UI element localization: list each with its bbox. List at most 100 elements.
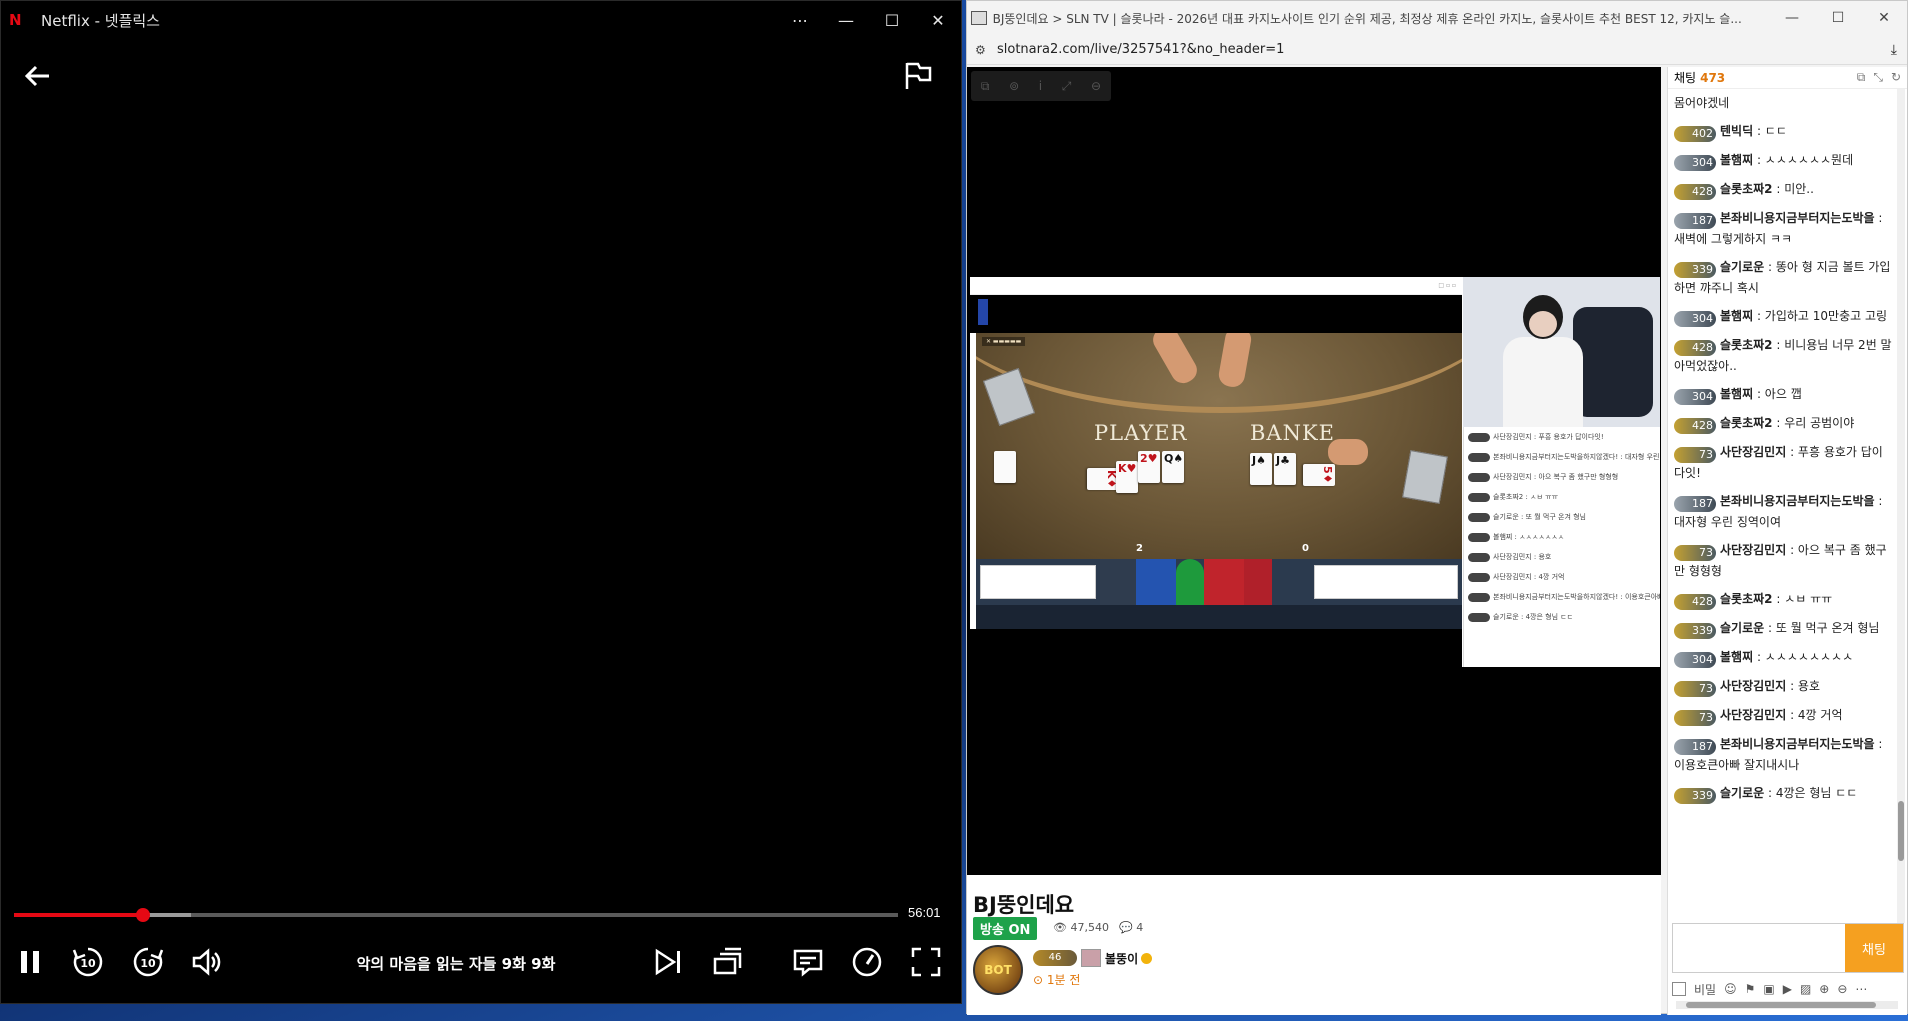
- chat-message: 187 본좌비니용지금부터지는도박을 : 대자형 우린 징역이여: [1668, 487, 1896, 536]
- episode-title: 악의 마음을 읽는 자들 9화 9화: [356, 955, 556, 973]
- image-icon[interactable]: ▨: [1800, 982, 1811, 996]
- chat-horizontal-scrollbar[interactable]: [1676, 1001, 1898, 1009]
- volume-icon[interactable]: [185, 941, 227, 983]
- bead-road: [980, 565, 1096, 599]
- chat-nickname[interactable]: 볼햄찌: [1720, 650, 1753, 664]
- minus-icon[interactable]: ⊖: [1091, 79, 1101, 93]
- streamer-nick-line[interactable]: 46 볼뚱이: [1033, 949, 1153, 967]
- discard-tray: [1402, 450, 1448, 504]
- banker-score: 0: [1302, 543, 1309, 554]
- popout-chat-icon[interactable]: ⧉: [1857, 70, 1866, 85]
- chat-input[interactable]: [1673, 924, 1845, 972]
- report-flag-icon[interactable]: [901, 59, 935, 93]
- chat-nickname[interactable]: 슬기로운: [1720, 786, 1764, 800]
- chat-nickname[interactable]: 볼햄찌: [1720, 153, 1753, 167]
- secret-checkbox[interactable]: [1672, 982, 1686, 996]
- banker-label: BANKE: [1250, 421, 1335, 445]
- chat-nickname[interactable]: 사단장김민지: [1720, 445, 1786, 459]
- chat-nickname[interactable]: 볼햄찌: [1720, 387, 1753, 401]
- chat-nickname[interactable]: 본좌비니용지금부터지는도박을: [1720, 211, 1875, 225]
- chat-nickname[interactable]: 사단장김민지: [1720, 543, 1786, 557]
- level-badge: 46: [1033, 950, 1077, 966]
- comment-count: 💬 4: [1119, 921, 1144, 934]
- mini-chat-line: 본좌비니용지금부터지는도박을하지않겠다! : 이용호큰아빠 잘지내시나: [1464, 587, 1660, 607]
- seek-knob[interactable]: [136, 908, 151, 922]
- mini-chat-line: 사단장김민지 : 푸흥 용호가 답이다잇!: [1464, 427, 1660, 447]
- streamer-avatar[interactable]: BOT: [973, 945, 1023, 995]
- maximize-button[interactable]: ☐: [1815, 1, 1861, 35]
- popout-icon[interactable]: ⧉: [981, 79, 990, 94]
- maximize-button[interactable]: ☐: [869, 1, 915, 39]
- chat-nickname[interactable]: 슬롯초짜2: [1720, 416, 1773, 430]
- chat-separator: :: [1772, 182, 1785, 196]
- playback-speed-icon[interactable]: [846, 941, 888, 983]
- user-level-badge: 304: [1674, 155, 1716, 171]
- user-level-badge: 428: [1674, 184, 1716, 200]
- rewind-10-icon[interactable]: 10: [67, 941, 109, 983]
- more-icon[interactable]: ⋯: [1855, 982, 1867, 996]
- download-icon[interactable]: ⤓: [1891, 42, 1897, 58]
- horizontal-scroll-thumb[interactable]: [1686, 1002, 1876, 1008]
- browser-titlebar[interactable]: BJ뚱인데요 > SLN TV | 슬롯나라 - 2026년 대표 카지노사이트…: [967, 1, 1907, 35]
- refresh-icon[interactable]: ↻: [1891, 70, 1901, 85]
- chat-scroll-thumb[interactable]: [1898, 801, 1904, 862]
- send-chat-button[interactable]: 채팅: [1845, 924, 1903, 972]
- player-label: PLAYER: [1094, 421, 1188, 445]
- url-text[interactable]: slotnara2.com/live/3257541?&no_header=1: [997, 42, 1284, 57]
- next-episode-icon[interactable]: [647, 941, 689, 983]
- chat-nickname[interactable]: 슬기로운: [1720, 621, 1764, 635]
- player-card: K♥: [1116, 461, 1138, 493]
- chat-nickname[interactable]: 텐빅딕: [1720, 124, 1753, 138]
- chat-nickname[interactable]: 슬롯초짜2: [1720, 338, 1773, 352]
- close-button[interactable]: ✕: [1861, 1, 1907, 35]
- site-settings-icon[interactable]: ⚙: [975, 43, 997, 57]
- flag-icon[interactable]: ⚑: [1745, 982, 1756, 996]
- chat-nickname[interactable]: 슬롯초짜2: [1720, 182, 1773, 196]
- more-options-button[interactable]: ⋯: [777, 1, 823, 39]
- chat-nickname[interactable]: 본좌비니용지금부터지는도박을: [1720, 494, 1875, 508]
- game-label: ✕ ▬▬▬▬▬: [982, 337, 1026, 346]
- seek-bar[interactable]: [14, 908, 898, 922]
- chat-nickname[interactable]: 볼햄찌: [1720, 309, 1753, 323]
- chat-nickname[interactable]: 슬기로운: [1720, 260, 1764, 274]
- plus-icon[interactable]: ⊕: [1819, 982, 1829, 996]
- chat-nickname[interactable]: 본좌비니용지금부터지는도박을: [1720, 737, 1875, 751]
- minimize-button[interactable]: —: [823, 1, 869, 39]
- collapse-icon[interactable]: ⤡: [1873, 70, 1883, 85]
- player-card: K♦: [1087, 468, 1119, 490]
- chat-nickname[interactable]: 슬롯초짜2: [1720, 592, 1773, 606]
- video-icon[interactable]: ▶: [1783, 982, 1792, 996]
- expand-icon[interactable]: ⤢: [1062, 79, 1072, 94]
- netflix-logo-icon: N: [9, 11, 22, 29]
- pause-icon[interactable]: [9, 941, 51, 983]
- gift-icon[interactable]: ▣: [1763, 982, 1774, 996]
- forward-10-icon[interactable]: 10: [127, 941, 169, 983]
- chat-nickname[interactable]: 사단장김민지: [1720, 679, 1786, 693]
- close-button[interactable]: ✕: [915, 1, 961, 39]
- chat-text: ㅅㅅㅅㅅㅅㅅ뭔데: [1764, 153, 1854, 167]
- chat-message: 187 본좌비니용지금부터지는도박을 : 이용호큰아빠 잘지내시나: [1668, 730, 1896, 779]
- minus-icon[interactable]: ⊖: [1837, 982, 1847, 996]
- chat-nickname[interactable]: 사단장김민지: [1720, 708, 1786, 722]
- playback-controls: 10 10 악의 마음을 읽는 자들 9화 9화: [1, 941, 963, 983]
- chat-text: 미안..: [1784, 182, 1814, 196]
- emoji-icon[interactable]: ☺: [1724, 982, 1737, 996]
- chat-messages[interactable]: 몸어야겠네 402 텐빅딕 : ㄷㄷ 304 볼햄찌 : ㅅㅅㅅㅅㅅㅅ뭔데 428 슬롯초짜…: [1668, 89, 1896, 923]
- window-title: Netflix - 넷플릭스: [41, 11, 160, 30]
- address-bar[interactable]: ⚙ slotnara2.com/live/3257541?&no_header=…: [967, 35, 1907, 65]
- back-arrow-icon[interactable]: [21, 59, 55, 93]
- chat-input-box[interactable]: 채팅: [1672, 923, 1904, 973]
- minimize-button[interactable]: —: [1769, 1, 1815, 35]
- info-icon[interactable]: ⅰ: [1039, 79, 1042, 93]
- chat-scrollbar[interactable]: [1897, 89, 1905, 923]
- fullscreen-icon[interactable]: [905, 941, 947, 983]
- chat-text: ㅅㅂ ㅠㅠ: [1784, 592, 1833, 606]
- live-video-player[interactable]: ⧉ ⊚ ⅰ ⤢ ⊖ □ ▫ ▫ ✕ ▬▬▬▬▬ PLAYER BANKE K♦ …: [967, 67, 1661, 875]
- episodes-icon[interactable]: [707, 941, 749, 983]
- subtitles-icon[interactable]: [787, 941, 829, 983]
- user-level-badge: 339: [1674, 788, 1716, 804]
- mini-chat-line: 본좌비니용지금부터지는도박을하지않겠다! : 대자형 우린 징역이여: [1464, 447, 1660, 467]
- chat-separator: :: [1753, 387, 1765, 401]
- netflix-titlebar[interactable]: N Netflix - 넷플릭스 ⋯ — ☐ ✕: [1, 1, 961, 39]
- record-icon[interactable]: ⊚: [1009, 79, 1019, 93]
